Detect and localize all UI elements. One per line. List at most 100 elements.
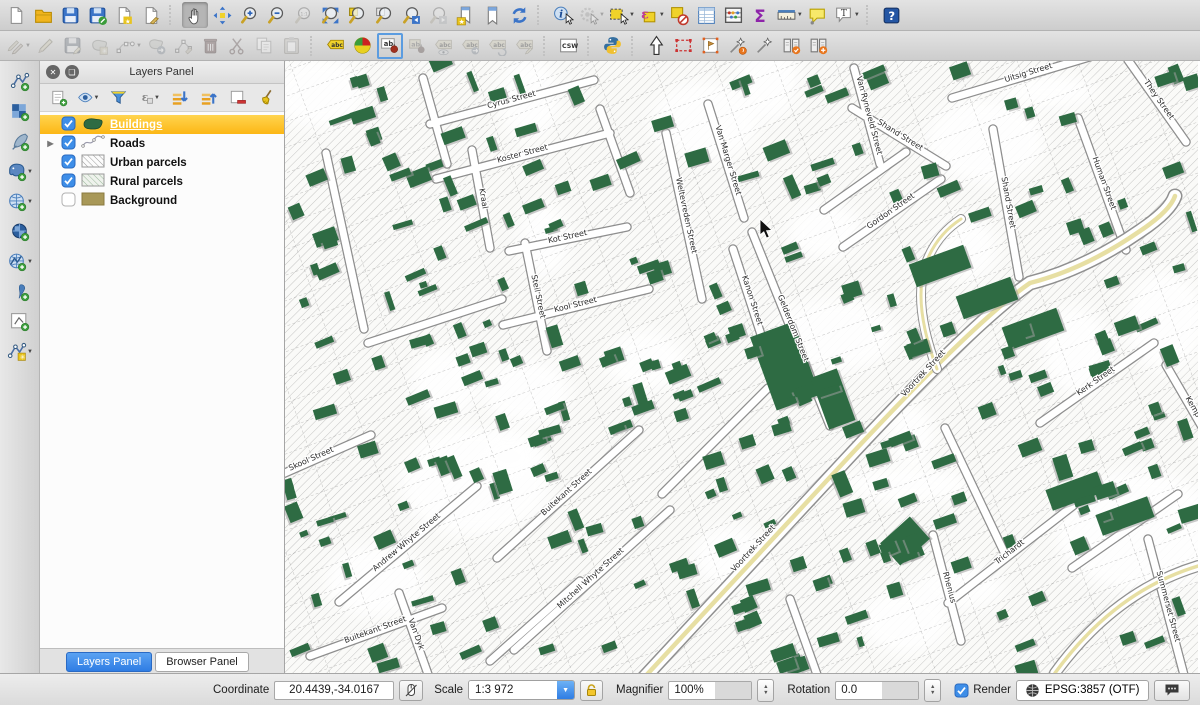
diagram-icon — [352, 35, 373, 56]
plugin-wand-button[interactable] — [752, 33, 778, 59]
close-panel-button[interactable]: ✕ — [46, 65, 60, 79]
identify-icon: i — [553, 5, 574, 26]
mouse-icon — [403, 682, 419, 698]
help-button[interactable]: ? — [879, 2, 905, 28]
new-bookmark-button[interactable]: ★ — [452, 2, 478, 28]
layer-item-roads[interactable]: ▶Roads — [40, 134, 284, 153]
add-postgis-layer-button[interactable]: ▼ — [5, 159, 34, 184]
svg-text:CSW: CSW — [562, 43, 578, 50]
layer-labeling-options-button[interactable]: ab — [377, 33, 403, 59]
render-checkbox[interactable] — [954, 683, 969, 698]
crs-status-button[interactable]: EPSG:3857 (OTF) — [1016, 680, 1149, 701]
filter-legend-expression-button[interactable]: ε▼ — [137, 86, 162, 109]
layer-checkbox[interactable] — [61, 135, 76, 153]
coordinate-input[interactable]: 20.4439,-34.0167 — [274, 681, 394, 700]
expand-all-button[interactable] — [168, 86, 190, 109]
map-tips-button[interactable] — [805, 2, 831, 28]
refresh-extent-plugin-button[interactable] — [671, 33, 697, 59]
render-checkbox-group[interactable]: Render — [954, 683, 1011, 698]
composer-manager-button[interactable] — [138, 2, 164, 28]
magnifier-spin-arrows[interactable]: ▲▼ — [757, 679, 774, 702]
layer-checkbox[interactable] — [61, 192, 76, 210]
rotation-spinbox[interactable]: 0.0 — [835, 681, 919, 700]
plugin-legend-check-button[interactable] — [779, 33, 805, 59]
plugin-wand-style-button[interactable] — [725, 33, 751, 59]
tab-layers-panel[interactable]: Layers Panel — [66, 652, 152, 672]
pan-map-button[interactable] — [182, 2, 208, 28]
messages-button[interactable] — [1154, 680, 1190, 701]
circular-string-icon — [115, 35, 136, 56]
filter-legend-button[interactable] — [108, 86, 130, 109]
add-oracle-layer-button[interactable] — [7, 279, 33, 304]
rotation-spin-arrows[interactable]: ▲▼ — [924, 679, 941, 702]
statistical-summary-button[interactable]: Σ — [748, 2, 774, 28]
float-panel-button[interactable]: ❏ — [65, 65, 79, 79]
layer-symbol — [81, 173, 105, 190]
save-project-icon — [60, 5, 81, 26]
zoom-next-icon — [428, 5, 449, 26]
layer-checkbox[interactable] — [61, 154, 76, 172]
zoom-in-button[interactable] — [236, 2, 262, 28]
layer-checkbox[interactable] — [61, 173, 76, 191]
open-project-button[interactable] — [30, 2, 56, 28]
field-calculator-button[interactable] — [721, 2, 747, 28]
tab-browser-panel[interactable]: Browser Panel — [155, 652, 249, 672]
layer-labeling-button[interactable]: abc — [323, 33, 349, 59]
render-label: Render — [973, 684, 1011, 696]
collapse-all-button[interactable] — [197, 86, 219, 109]
add-group-button[interactable] — [47, 86, 69, 109]
expand-arrow-icon[interactable]: ▶ — [45, 139, 56, 148]
add-wfs-layer-button[interactable]: ▼ — [5, 249, 34, 274]
save-project-as-button[interactable] — [84, 2, 110, 28]
show-bookmarks-button[interactable] — [479, 2, 505, 28]
map-canvas[interactable]: Cyrus StreetKoster StreetKot StreetKool … — [285, 61, 1200, 673]
deselect-all-button[interactable] — [667, 2, 693, 28]
add-wms-layer-button[interactable]: ▼ — [5, 189, 34, 214]
refresh-map-button[interactable] — [506, 2, 532, 28]
new-print-composer-button[interactable]: ★ — [111, 2, 137, 28]
plugin-layout-button[interactable] — [698, 33, 724, 59]
clear-legend-button[interactable] — [255, 86, 277, 109]
node-tool-button — [171, 33, 197, 59]
new-layer-button[interactable]: ✳▼ — [5, 339, 34, 364]
add-vector-layer-button[interactable] — [7, 69, 33, 94]
rotation-value: 0.0 — [836, 684, 882, 696]
layer-diagram-options-button[interactable] — [350, 33, 376, 59]
python-console-button[interactable] — [600, 33, 626, 59]
add-raster-layer-button[interactable] — [7, 99, 33, 124]
zoom-out-button[interactable] — [263, 2, 289, 28]
layer-checkbox[interactable] — [61, 116, 76, 134]
add-delimited-text-layer-button[interactable] — [7, 129, 33, 154]
text-annotation-button[interactable]: T▼ — [832, 2, 861, 28]
statistics-icon: Σ — [750, 5, 771, 26]
manage-layer-visibility-button[interactable]: ▼ — [76, 86, 101, 109]
identify-features-button[interactable]: i — [550, 2, 576, 28]
remove-layer-button[interactable] — [226, 86, 248, 109]
save-project-button[interactable] — [57, 2, 83, 28]
layer-item-buildings[interactable]: Buildings — [40, 115, 284, 134]
add-wcs-layer-button[interactable] — [7, 219, 33, 244]
magnifier-spinbox[interactable]: 100% — [668, 681, 752, 700]
map-rendering[interactable]: Cyrus StreetKoster StreetKot StreetKool … — [285, 61, 1198, 673]
zoom-last-button[interactable] — [398, 2, 424, 28]
mouse-position-toggle-button[interactable] — [399, 680, 423, 701]
layer-item-rural-parcels[interactable]: Rural parcels — [40, 172, 284, 191]
metasearch-csw-button[interactable]: CSW — [556, 33, 582, 59]
layer-item-background[interactable]: Background — [40, 191, 284, 210]
scale-dropdown-arrow[interactable]: ▼ — [557, 681, 574, 699]
plugin-legend-add-button[interactable] — [806, 33, 832, 59]
scale-lock-button[interactable] — [580, 680, 603, 701]
spatial-query-button[interactable] — [644, 33, 670, 59]
open-attribute-table-button[interactable] — [694, 2, 720, 28]
select-by-expression-button[interactable]: ε▼ — [637, 2, 666, 28]
zoom-to-layer-button[interactable] — [371, 2, 397, 28]
zoom-to-selection-button[interactable] — [344, 2, 370, 28]
new-project-button[interactable] — [3, 2, 29, 28]
scale-combobox[interactable]: 1:3 972 ▼ — [468, 680, 575, 700]
layer-item-urban-parcels[interactable]: Urban parcels — [40, 153, 284, 172]
select-features-button[interactable]: ▼ — [607, 2, 636, 28]
new-shapefile-layer-button[interactable] — [7, 309, 33, 334]
measure-button[interactable]: ▼ — [775, 2, 804, 28]
zoom-full-extent-button[interactable] — [317, 2, 343, 28]
pan-to-selection-button[interactable] — [209, 2, 235, 28]
